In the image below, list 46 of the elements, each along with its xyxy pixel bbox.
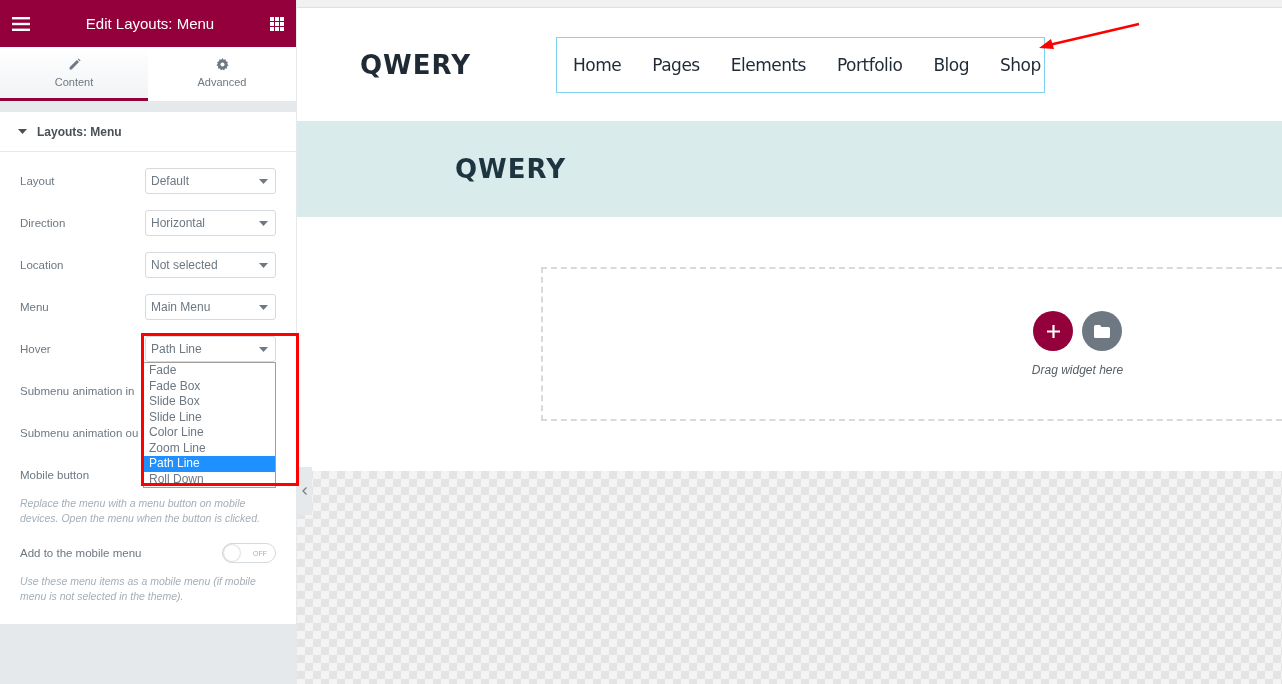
field-label: Mobile button — [20, 469, 90, 481]
collapse-handle[interactable] — [296, 467, 312, 515]
select-field[interactable]: Not selected — [145, 252, 276, 278]
select-field[interactable]: Main Menu — [145, 294, 276, 320]
chevron-icon — [301, 487, 307, 495]
nav-link[interactable]: Portfolio — [836, 54, 903, 75]
select-field[interactable]: Path Line — [145, 336, 276, 362]
field-label: Location — [20, 259, 64, 271]
field-label: Submenu animation ou — [20, 427, 139, 439]
gear-icon — [215, 57, 229, 71]
nav-link[interactable]: Home — [573, 54, 622, 75]
field-label: Add to the mobile menu — [20, 547, 142, 559]
caret-icon — [259, 262, 268, 268]
select-field[interactable]: Horizontal — [145, 210, 276, 236]
panel-tab[interactable]: Advanced — [148, 47, 296, 101]
menu-icon[interactable] — [12, 16, 30, 31]
field-label: Hover — [20, 343, 51, 355]
field-label: Menu — [20, 301, 49, 313]
folder-icon — [1094, 324, 1110, 338]
template-button[interactable] — [1082, 311, 1122, 351]
caret-icon — [18, 129, 27, 134]
help-text: Replace the menu with a menu button on mobile devices. Open the menu when the button is clicked. — [19, 496, 261, 526]
banner-title: QWERY — [455, 154, 566, 184]
nav-link[interactable]: Elements — [730, 54, 806, 75]
nav-link[interactable]: Blog — [933, 54, 969, 75]
dropdown-option[interactable]: Path Line — [144, 456, 275, 472]
site-logo: QWERY — [360, 49, 472, 80]
field-label: Layout — [20, 175, 55, 187]
add-button[interactable] — [1033, 311, 1073, 351]
caret-icon — [259, 178, 268, 184]
select-field[interactable]: Default — [145, 168, 276, 194]
section-header[interactable]: Layouts: Menu — [0, 112, 296, 152]
panel-title: Edit Layouts: Menu — [85, 15, 215, 32]
caret-icon — [259, 220, 268, 226]
panel-tab[interactable]: Content — [0, 47, 148, 101]
plus-icon — [1046, 324, 1060, 338]
caret-icon — [259, 304, 268, 310]
pencil-icon — [67, 57, 81, 71]
field-label: Direction — [20, 217, 66, 229]
nav-link[interactable]: Pages — [652, 54, 700, 75]
grid-icon[interactable] — [270, 16, 284, 31]
drop-hint: Drag widget here — [1031, 363, 1124, 377]
nav-link[interactable]: Shop — [1000, 54, 1041, 75]
caret-icon — [259, 346, 268, 352]
field-label: Submenu animation in — [20, 385, 135, 397]
help-text: Use these menu items as a mobile menu (if mobile menu is not selected in the theme). — [19, 574, 257, 604]
